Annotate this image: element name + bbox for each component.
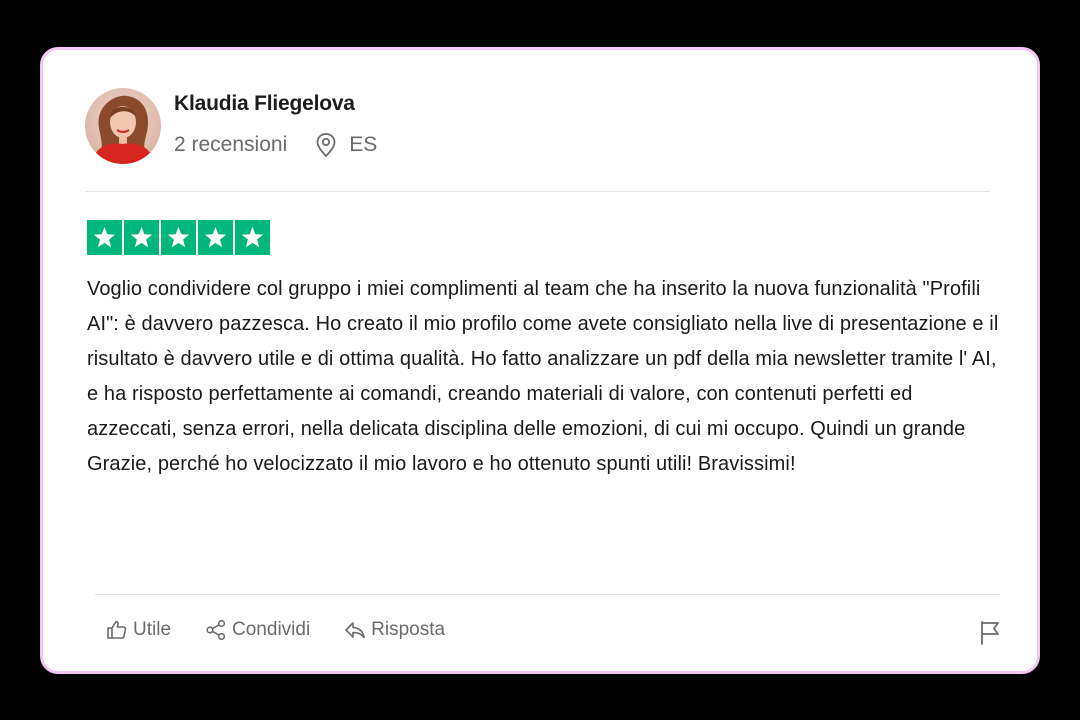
star-icon (235, 220, 270, 255)
star-icon (161, 220, 196, 255)
map-pin-icon (316, 133, 336, 158)
flag-icon (981, 621, 999, 645)
reply-button[interactable]: Risposta (343, 618, 445, 642)
useful-label: Utile (133, 619, 172, 640)
star-icon (198, 220, 233, 255)
share-label: Condividi (232, 619, 311, 640)
footer-divider (95, 594, 1000, 595)
avatar-image (85, 88, 161, 164)
share-button[interactable]: Condividi (204, 618, 310, 642)
reviewer-name[interactable]: Klaudia Fliegelova (174, 92, 355, 116)
review-card: Klaudia Fliegelova 2 recensioni ES Vogli… (40, 47, 1040, 674)
reply-label: Risposta (371, 619, 446, 640)
header-divider (85, 191, 990, 192)
review-text: Voglio condividere col gruppo i miei com… (87, 278, 999, 475)
thumbs-up-icon (107, 620, 127, 639)
reviewer-country: ES (349, 133, 378, 156)
report-button[interactable] (978, 620, 1002, 646)
useful-button[interactable]: Utile (105, 618, 171, 642)
reviewer-meta: 2 recensioni ES (174, 132, 377, 158)
reply-icon (345, 622, 365, 639)
review-count: 2 recensioni (174, 133, 288, 156)
star-icon (87, 220, 122, 255)
star-icon (124, 220, 159, 255)
share-icon (206, 619, 226, 641)
review-actions: Utile Condividi Risposta (105, 618, 445, 642)
star-rating (87, 220, 270, 255)
avatar[interactable] (85, 88, 161, 164)
